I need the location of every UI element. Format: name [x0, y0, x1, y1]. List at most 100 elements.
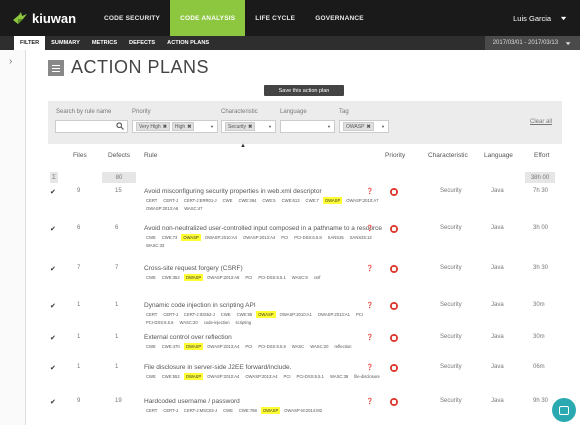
rule-tag[interactable]: CWE:470	[160, 343, 182, 350]
rule-tag[interactable]: CERT-J	[161, 197, 180, 204]
rule-tag[interactable]: CWE	[144, 343, 158, 350]
rule-tag[interactable]: CWE	[144, 234, 158, 241]
rule-tag[interactable]: SANS25:13	[348, 234, 374, 241]
rule-tag[interactable]: OWASP:2013:A4	[243, 373, 279, 380]
rule-tag[interactable]: CERT	[144, 197, 159, 204]
rule-tag[interactable]: CERT	[144, 407, 159, 414]
rule-tag[interactable]: CWE:384	[236, 197, 258, 204]
check-icon[interactable]: ✔	[50, 364, 56, 372]
rule-tag[interactable]: CWE:552	[160, 373, 182, 380]
info-icon[interactable]: ❓	[366, 265, 373, 272]
save-action-plan-button[interactable]: Save this action plan	[264, 85, 344, 96]
rule-tag[interactable]: CWE	[221, 197, 235, 204]
rule-tag[interactable]: OWASP-M:2014:M2	[282, 407, 324, 414]
filter-tab[interactable]: FILTER	[14, 36, 46, 50]
chat-button[interactable]	[552, 398, 576, 422]
characteristic-select[interactable]: Security ✖ ▼	[221, 120, 276, 133]
nav-life-cycle[interactable]: LIFE CYCLE	[245, 0, 305, 36]
rule-tag[interactable]: file-disclosure	[352, 373, 382, 380]
rule-tag[interactable]: CWE:95	[235, 311, 255, 318]
col-header-files[interactable]: Files	[73, 152, 87, 159]
info-icon[interactable]: ❓	[366, 188, 373, 195]
remove-icon[interactable]: ✖	[366, 124, 370, 130]
info-icon[interactable]: ❓	[366, 334, 373, 341]
check-icon[interactable]: ✔	[50, 265, 56, 273]
rule-tag[interactable]: OWASP	[322, 197, 343, 204]
nav-code-security[interactable]: CODE SECURITY	[94, 0, 170, 36]
rule-tag[interactable]: WASC	[290, 343, 306, 350]
rule-name[interactable]: Avoid non-neutralized user-controlled in…	[144, 225, 388, 233]
info-icon[interactable]: ❓	[366, 225, 373, 232]
rule-tag[interactable]: csrf	[312, 274, 323, 281]
col-header-priority[interactable]: Priority	[385, 152, 405, 159]
rule-tag[interactable]: CERT-J	[161, 311, 180, 318]
col-header-characteristic[interactable]: Characteristic	[428, 152, 468, 159]
clear-all-link[interactable]: Clear all	[530, 119, 552, 125]
rule-tag[interactable]: OWASP	[181, 234, 201, 241]
nav-governance[interactable]: GOVERNANCE	[305, 0, 374, 36]
col-header-effort[interactable]: Effort	[534, 152, 549, 159]
rule-tag[interactable]: PCI	[243, 274, 254, 281]
rule-tag[interactable]: OWASP:2013:A4	[205, 343, 241, 350]
rule-name[interactable]: Dynamic code injection in scripting API	[144, 302, 388, 310]
rule-tag[interactable]: CWE:7	[304, 197, 321, 204]
rule-tag[interactable]: CWE	[144, 373, 158, 380]
rule-tag[interactable]: OWASP:2013:A4	[241, 234, 277, 241]
rule-tag[interactable]: OWASP	[183, 274, 204, 281]
check-icon[interactable]: ✔	[50, 398, 56, 406]
rule-tag[interactable]: OWASP	[260, 407, 281, 414]
rule-tag[interactable]: WASC:47	[182, 205, 204, 212]
rule-tag[interactable]: OWASP:2010:A4	[203, 234, 239, 241]
search-icon[interactable]	[116, 122, 124, 132]
rule-tag[interactable]: CWE:798	[237, 407, 259, 414]
rule-tag[interactable]: PCI	[243, 343, 254, 350]
rule-tag[interactable]: OWASP:2013:A6	[144, 205, 180, 212]
rule-tag[interactable]: WASC:20	[177, 319, 199, 326]
rule-name[interactable]: Cross-site request forgery (CSRF)	[144, 265, 388, 273]
user-menu[interactable]: Luis Garcia ▼	[513, 0, 568, 36]
priority-select[interactable]: Very High ✖ High ✖ ▼	[132, 120, 218, 133]
nav-code-analysis[interactable]: CODE ANALYSIS	[170, 0, 246, 36]
rule-tag[interactable]: CWE	[144, 274, 158, 281]
rule-tag[interactable]: CWE	[219, 311, 233, 318]
tab-defects[interactable]: DEFECTS	[123, 36, 161, 50]
rule-tag[interactable]: WASC:33	[144, 242, 166, 249]
rule-tag[interactable]: OWASP	[183, 343, 204, 350]
rule-name[interactable]: File disclosure in server-side J2EE forw…	[144, 364, 388, 372]
rule-tag[interactable]: OWASP:2010:A1	[278, 311, 314, 318]
rule-tag[interactable]: CWE:352	[160, 274, 182, 281]
col-header-defects[interactable]: Defects	[108, 152, 130, 159]
rule-tag[interactable]: CWE:613	[280, 197, 302, 204]
rule-tag[interactable]: OWASP	[183, 373, 204, 380]
rule-tag[interactable]: WASC:9	[290, 274, 310, 281]
date-range-selector[interactable]: 2017/03/01 - 2017/03/13 ▼	[484, 36, 580, 50]
rule-tag[interactable]: SANS25	[326, 234, 346, 241]
rule-tag[interactable]: OWASP:2010:A4	[205, 373, 241, 380]
rule-tag[interactable]: PCI-DSS:6.5.1	[256, 274, 287, 281]
rule-name[interactable]: Avoid misconfiguring security properties…	[144, 188, 388, 196]
check-icon[interactable]: ✔	[50, 188, 56, 196]
rule-tag[interactable]: OWASP:2010:A7	[344, 197, 380, 204]
col-header-rule[interactable]: Rule	[144, 152, 157, 159]
rule-tag[interactable]: PCI-DSS:6.5.1	[295, 373, 326, 380]
rule-tag[interactable]: CERT-J	[161, 407, 180, 414]
info-icon[interactable]: ❓	[366, 364, 373, 371]
tab-summary[interactable]: SUMMARY	[45, 36, 86, 50]
rule-tag[interactable]: CWE:73	[160, 234, 180, 241]
rule-tag[interactable]: CERT-J:MSC03-J	[182, 407, 219, 414]
rule-tag[interactable]: PCI	[282, 373, 293, 380]
kiuwan-logo[interactable]: kiuwan	[12, 11, 84, 26]
rule-tag[interactable]: WASC:38	[328, 373, 350, 380]
rule-tag[interactable]: PCI-DSS:6.5.6	[144, 319, 175, 326]
rule-tag[interactable]: CERT-J:IDS52-J	[182, 311, 217, 318]
check-icon[interactable]: ✔	[50, 225, 56, 233]
remove-icon[interactable]: ✖	[187, 124, 191, 130]
rule-tag[interactable]: CERT	[144, 311, 159, 318]
remove-icon[interactable]: ✖	[248, 124, 252, 130]
remove-icon[interactable]: ✖	[163, 124, 167, 130]
rule-tag[interactable]: OWASP:2013:A1	[316, 311, 352, 318]
rule-tag[interactable]: PCI-DSS:6.5.8	[256, 343, 287, 350]
rule-tag[interactable]: WASC:20	[308, 343, 330, 350]
tag-select[interactable]: OWASP ✖ ▼	[339, 120, 389, 133]
rule-name[interactable]: Hardcoded username / password	[144, 398, 388, 406]
